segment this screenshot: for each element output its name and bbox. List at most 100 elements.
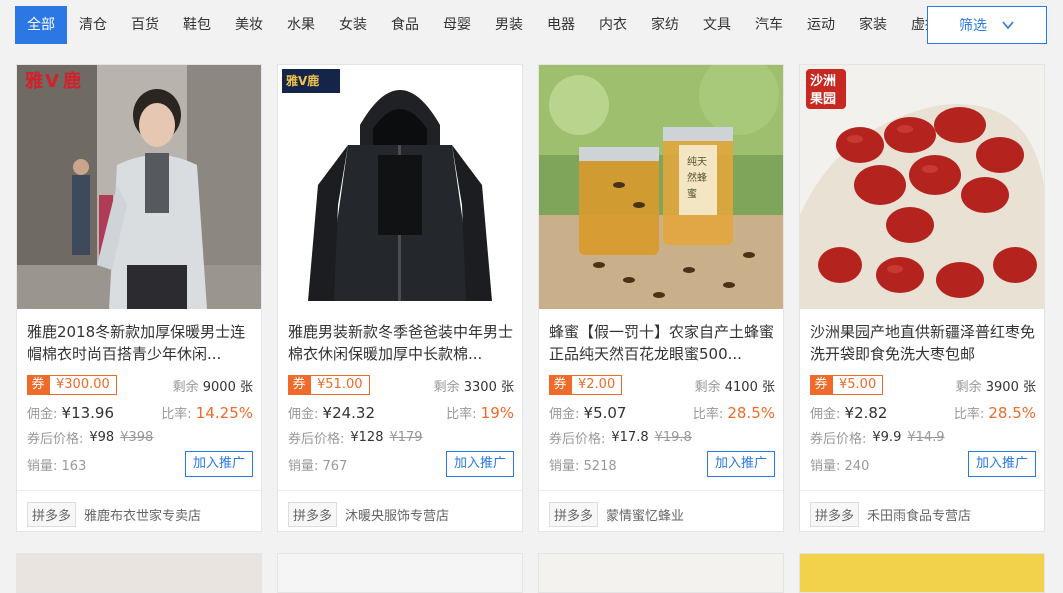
shop-name[interactable]: 沐暖央服饰专营店 bbox=[345, 505, 449, 524]
svg-text:沙洲: 沙洲 bbox=[810, 74, 836, 89]
shop-name[interactable]: 雅鹿布衣世家专卖店 bbox=[84, 505, 201, 524]
platform-badge: 拼多多 bbox=[810, 502, 860, 527]
coupon-amount: ¥300.00 bbox=[49, 375, 117, 395]
product-title[interactable]: 雅鹿男装新款冬季爸爸装中年男士棉衣休闲保暖加厚中长款棉... bbox=[288, 321, 514, 365]
category-tab[interactable]: 运动 bbox=[795, 6, 847, 44]
product-title[interactable]: 蜂蜜【假一罚十】农家自产土蜂蜜正品纯天然百花龙眼蜜500... bbox=[549, 321, 775, 365]
coupon-tag: 券 bbox=[288, 375, 310, 395]
after-coupon-label: 券后价格: bbox=[549, 431, 606, 447]
after-coupon-price: ¥128 bbox=[350, 429, 384, 445]
remaining-count: 剩余 3300 张 bbox=[433, 379, 514, 395]
commission: 佣金: ¥24.32 bbox=[288, 403, 376, 422]
add-promotion-button[interactable]: 加入推广 bbox=[706, 451, 775, 477]
commission-rate: 比率: 28.5% bbox=[953, 403, 1036, 422]
category-tab[interactable]: 食品 bbox=[379, 6, 431, 44]
commission-rate: 比率: 28.5% bbox=[692, 403, 775, 422]
product-title[interactable]: 雅鹿2018冬新款加厚保暖男士连帽棉衣时尚百搭青少年休闲... bbox=[27, 321, 253, 365]
commission-rate: 比率: 14.25% bbox=[161, 403, 253, 422]
product-card[interactable]: 纯天 然蜂 蜜 蜂蜜【假一罚十】农家自产土蜂蜜正品纯天然百花龙眼蜜500... … bbox=[538, 64, 784, 532]
after-coupon-label: 券后价格: bbox=[810, 431, 867, 447]
product-card[interactable] bbox=[538, 553, 784, 593]
original-price: ¥14.9 bbox=[907, 429, 945, 445]
category-tab[interactable]: 男装 bbox=[483, 6, 535, 44]
category-tab[interactable]: 内衣 bbox=[587, 6, 639, 44]
product-image-wrap[interactable]: 沙洲 果园 bbox=[800, 65, 1044, 309]
sales: 销量: 5218 bbox=[549, 458, 617, 474]
divider bbox=[539, 490, 783, 491]
add-promotion-button[interactable]: 加入推广 bbox=[445, 451, 514, 477]
product-image-wrap[interactable]: 雅V鹿 bbox=[278, 65, 522, 309]
svg-text:雅V鹿: 雅V鹿 bbox=[285, 73, 319, 88]
commission: 佣金: ¥2.82 bbox=[810, 403, 888, 422]
coupon-badge: 券 ¥2.00 bbox=[549, 375, 623, 395]
svg-text:果园: 果园 bbox=[809, 92, 836, 107]
platform-badge: 拼多多 bbox=[549, 502, 599, 527]
category-tab[interactable]: 文具 bbox=[691, 6, 743, 44]
category-tab[interactable]: 百货 bbox=[119, 6, 171, 44]
product-card[interactable] bbox=[277, 553, 523, 593]
remaining-count: 剩余 9000 张 bbox=[172, 379, 253, 395]
product-image-wrap[interactable]: 雅 V 鹿 bbox=[17, 65, 261, 309]
product-image[interactable]: 雅V鹿 bbox=[278, 65, 522, 309]
category-tab[interactable]: 母婴 bbox=[431, 6, 483, 44]
platform-badge: 拼多多 bbox=[27, 502, 77, 527]
category-tab[interactable]: 清仓 bbox=[67, 6, 119, 44]
product-image[interactable]: 纯天 然蜂 蜜 bbox=[539, 65, 783, 309]
remaining-count: 剩余 4100 张 bbox=[694, 379, 775, 395]
product-image[interactable] bbox=[17, 554, 261, 592]
coupon-tag: 券 bbox=[549, 375, 571, 395]
svg-text:V: V bbox=[45, 71, 59, 92]
category-tab[interactable]: 家装 bbox=[847, 6, 899, 44]
divider bbox=[278, 490, 522, 491]
category-tab[interactable]: 汽车 bbox=[743, 6, 795, 44]
product-title[interactable]: 沙洲果园产地直供新疆泽普红枣免洗开袋即食免洗大枣包邮 bbox=[810, 321, 1036, 365]
product-image[interactable] bbox=[539, 554, 783, 592]
coupon-amount: ¥51.00 bbox=[310, 375, 370, 395]
coupon-amount: ¥5.00 bbox=[832, 375, 884, 395]
sales: 销量: 767 bbox=[288, 458, 348, 474]
add-promotion-button[interactable]: 加入推广 bbox=[184, 451, 253, 477]
after-coupon-label: 券后价格: bbox=[27, 431, 84, 447]
shop-name[interactable]: 蒙情蜜忆蜂业 bbox=[606, 505, 684, 524]
svg-text:鹿: 鹿 bbox=[63, 70, 81, 92]
category-tab[interactable]: 电器 bbox=[535, 6, 587, 44]
coupon-tag: 券 bbox=[810, 375, 832, 395]
coupon-badge: 券 ¥300.00 bbox=[27, 375, 117, 395]
after-coupon-price: ¥9.9 bbox=[872, 429, 902, 445]
category-tab[interactable]: 家纺 bbox=[639, 6, 691, 44]
product-card[interactable] bbox=[16, 553, 262, 593]
category-tab[interactable]: 全部 bbox=[15, 6, 67, 44]
product-image[interactable]: 雅 V 鹿 bbox=[17, 65, 261, 309]
product-card[interactable]: 雅 V 鹿 雅鹿2018冬新款加厚保暖男士连帽棉衣时尚百搭青少年休闲... 券 … bbox=[16, 64, 262, 532]
commission: 佣金: ¥13.96 bbox=[27, 403, 115, 422]
platform-badge: 拼多多 bbox=[288, 502, 338, 527]
add-promotion-button[interactable]: 加入推广 bbox=[967, 451, 1036, 477]
product-image[interactable]: 沙洲 果园 bbox=[800, 65, 1044, 309]
sales: 销量: 240 bbox=[810, 458, 870, 474]
category-bar: 全部 清仓 百货 鞋包 美妆 水果 女装 食品 母婴 男装 电器 内衣 家纺 文具 汽车 运动 家装 虚拟 筛选 bbox=[0, 0, 1063, 50]
filter-button[interactable]: 筛选 bbox=[927, 6, 1047, 44]
category-tab[interactable]: 美妆 bbox=[223, 6, 275, 44]
after-coupon-label: 券后价格: bbox=[288, 431, 345, 447]
product-image[interactable] bbox=[800, 554, 1044, 592]
sales: 销量: 163 bbox=[27, 458, 87, 474]
commission: 佣金: ¥5.07 bbox=[549, 403, 627, 422]
original-price: ¥179 bbox=[389, 429, 423, 445]
divider bbox=[17, 490, 261, 491]
svg-text:雅: 雅 bbox=[24, 70, 43, 92]
category-tab[interactable]: 水果 bbox=[275, 6, 327, 44]
original-price: ¥19.8 bbox=[654, 429, 692, 445]
category-tab[interactable]: 鞋包 bbox=[171, 6, 223, 44]
product-image-wrap[interactable]: 纯天 然蜂 蜜 bbox=[539, 65, 783, 309]
remaining-count: 剩余 3900 张 bbox=[955, 379, 1036, 395]
product-image[interactable] bbox=[278, 554, 522, 592]
product-card[interactable]: 雅V鹿 雅鹿男装新款冬季爸爸装中年男士棉衣休闲保暖加厚中长款棉... 券 ¥51… bbox=[277, 64, 523, 532]
product-card[interactable] bbox=[799, 553, 1045, 593]
category-tab[interactable]: 女装 bbox=[327, 6, 379, 44]
product-card[interactable]: 沙洲 果园 沙洲果园产地直供新疆泽普红枣免洗开袋即食免洗大枣包邮 券 ¥5.00… bbox=[799, 64, 1045, 532]
filter-label: 筛选 bbox=[959, 18, 987, 34]
divider bbox=[800, 490, 1044, 491]
chevron-down-icon bbox=[1002, 21, 1014, 30]
coupon-badge: 券 ¥51.00 bbox=[288, 375, 370, 395]
shop-name[interactable]: 禾田雨食品专营店 bbox=[867, 505, 971, 524]
